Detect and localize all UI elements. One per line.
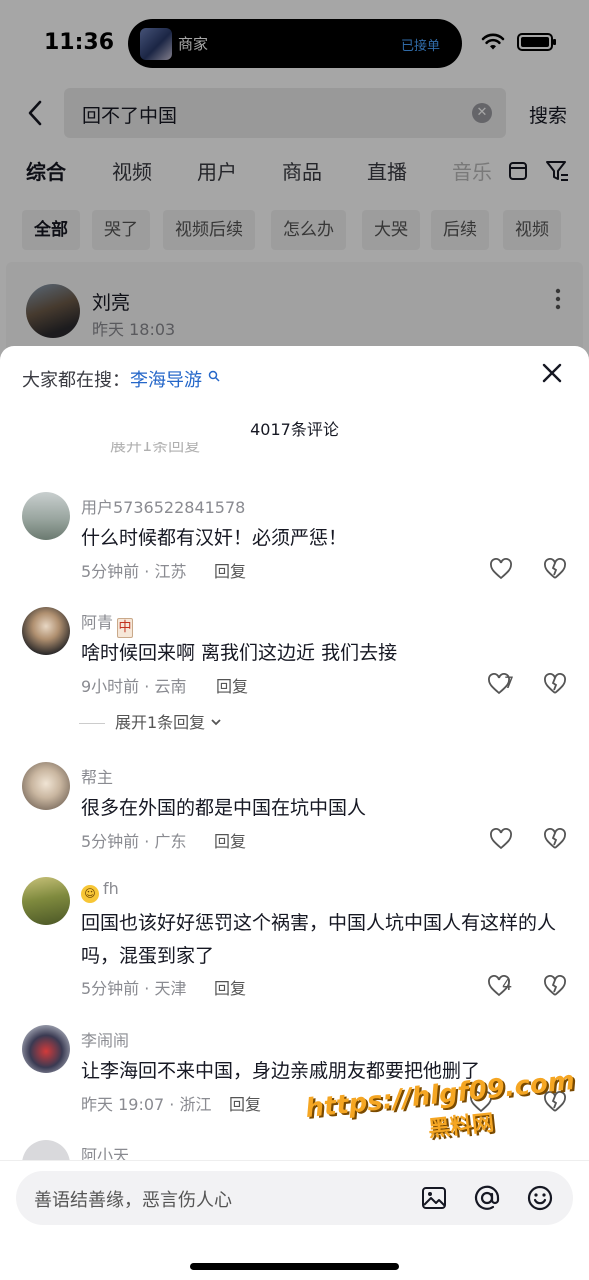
comment-text: 很多在外国的都是中国在坑中国人 <box>81 797 367 819</box>
comment-sheet: 大家都在搜：李海导游 4017条评论 展开1条回复 用户573652284157… <box>0 346 589 1280</box>
comment-username[interactable]: 用户5736522841578 <box>81 494 245 518</box>
like-count: 7 <box>504 673 515 692</box>
comment-username[interactable]: ☺ fh <box>81 879 119 903</box>
comment-meta: 5分钟前 · 广东 <box>81 832 187 851</box>
mahjong-badge-icon: 中 <box>117 618 134 638</box>
comment-meta: 9小时前 · 云南 <box>81 677 187 696</box>
expand-replies-button[interactable]: 展开1条回复 <box>79 709 222 733</box>
comment-text: 什么时候都有汉奸！必须严惩！ <box>81 527 348 549</box>
broken-heart-icon[interactable] <box>543 828 567 850</box>
like-count: 4 <box>502 975 513 994</box>
comment-placeholder: 善语结善缘，恶言伤人心 <box>34 1190 232 1211</box>
comment-username[interactable]: 帮主 <box>81 764 113 788</box>
comment-meta: 昨天 19:07 · 浙江 <box>81 1095 212 1114</box>
broken-heart-icon[interactable] <box>543 558 567 580</box>
broken-heart-icon[interactable] <box>543 975 567 997</box>
broken-heart-icon[interactable] <box>543 673 567 695</box>
chevron-down-icon <box>211 719 221 726</box>
home-indicator[interactable] <box>190 1263 399 1270</box>
avatar[interactable] <box>22 492 70 540</box>
reply-button[interactable]: 回复 <box>216 673 248 697</box>
close-icon[interactable] <box>541 362 563 384</box>
at-icon[interactable] <box>473 1184 501 1212</box>
comment-input-bar: 善语结善缘，恶言伤人心 <box>0 1160 589 1280</box>
comment-text: 啥时候回来啊 离我们这边近 我们去接 <box>81 642 398 664</box>
comment-text: 回国也该好好惩罚这个祸害，中国人坑中国人有这样的人吗，混蛋到家了 <box>81 912 557 967</box>
hot-search: 大家都在搜：李海导游 <box>22 366 220 392</box>
hot-search-link[interactable]: 李海导游 <box>130 370 202 391</box>
avatar[interactable] <box>22 877 70 925</box>
comment-username[interactable]: 阿青中 <box>81 609 134 638</box>
search-icon[interactable] <box>208 370 220 382</box>
avatar[interactable] <box>22 1025 70 1073</box>
avatar[interactable] <box>22 762 70 810</box>
reply-button[interactable]: 回复 <box>214 975 246 999</box>
reply-button[interactable]: 回复 <box>214 558 246 582</box>
image-icon[interactable] <box>420 1184 448 1212</box>
heart-icon[interactable] <box>489 828 513 850</box>
comment-input[interactable]: 善语结善缘，恶言伤人心 <box>16 1171 573 1225</box>
cut-off-text: 展开1条回复 <box>110 442 201 455</box>
comment-meta: 5分钟前 · 天津 <box>81 979 187 998</box>
emoji-icon[interactable] <box>526 1184 554 1212</box>
avatar[interactable] <box>22 607 70 655</box>
comment-meta: 5分钟前 · 江苏 <box>81 562 187 581</box>
grin-emoji-icon: ☺ <box>81 885 99 903</box>
heart-icon[interactable] <box>489 558 513 580</box>
reply-button[interactable]: 回复 <box>229 1091 261 1115</box>
comment-username[interactable]: 李闹闹 <box>81 1027 129 1051</box>
reply-button[interactable]: 回复 <box>214 828 246 852</box>
hot-search-label: 大家都在搜： <box>22 370 130 391</box>
comment-count: 4017条评论 <box>250 420 339 439</box>
